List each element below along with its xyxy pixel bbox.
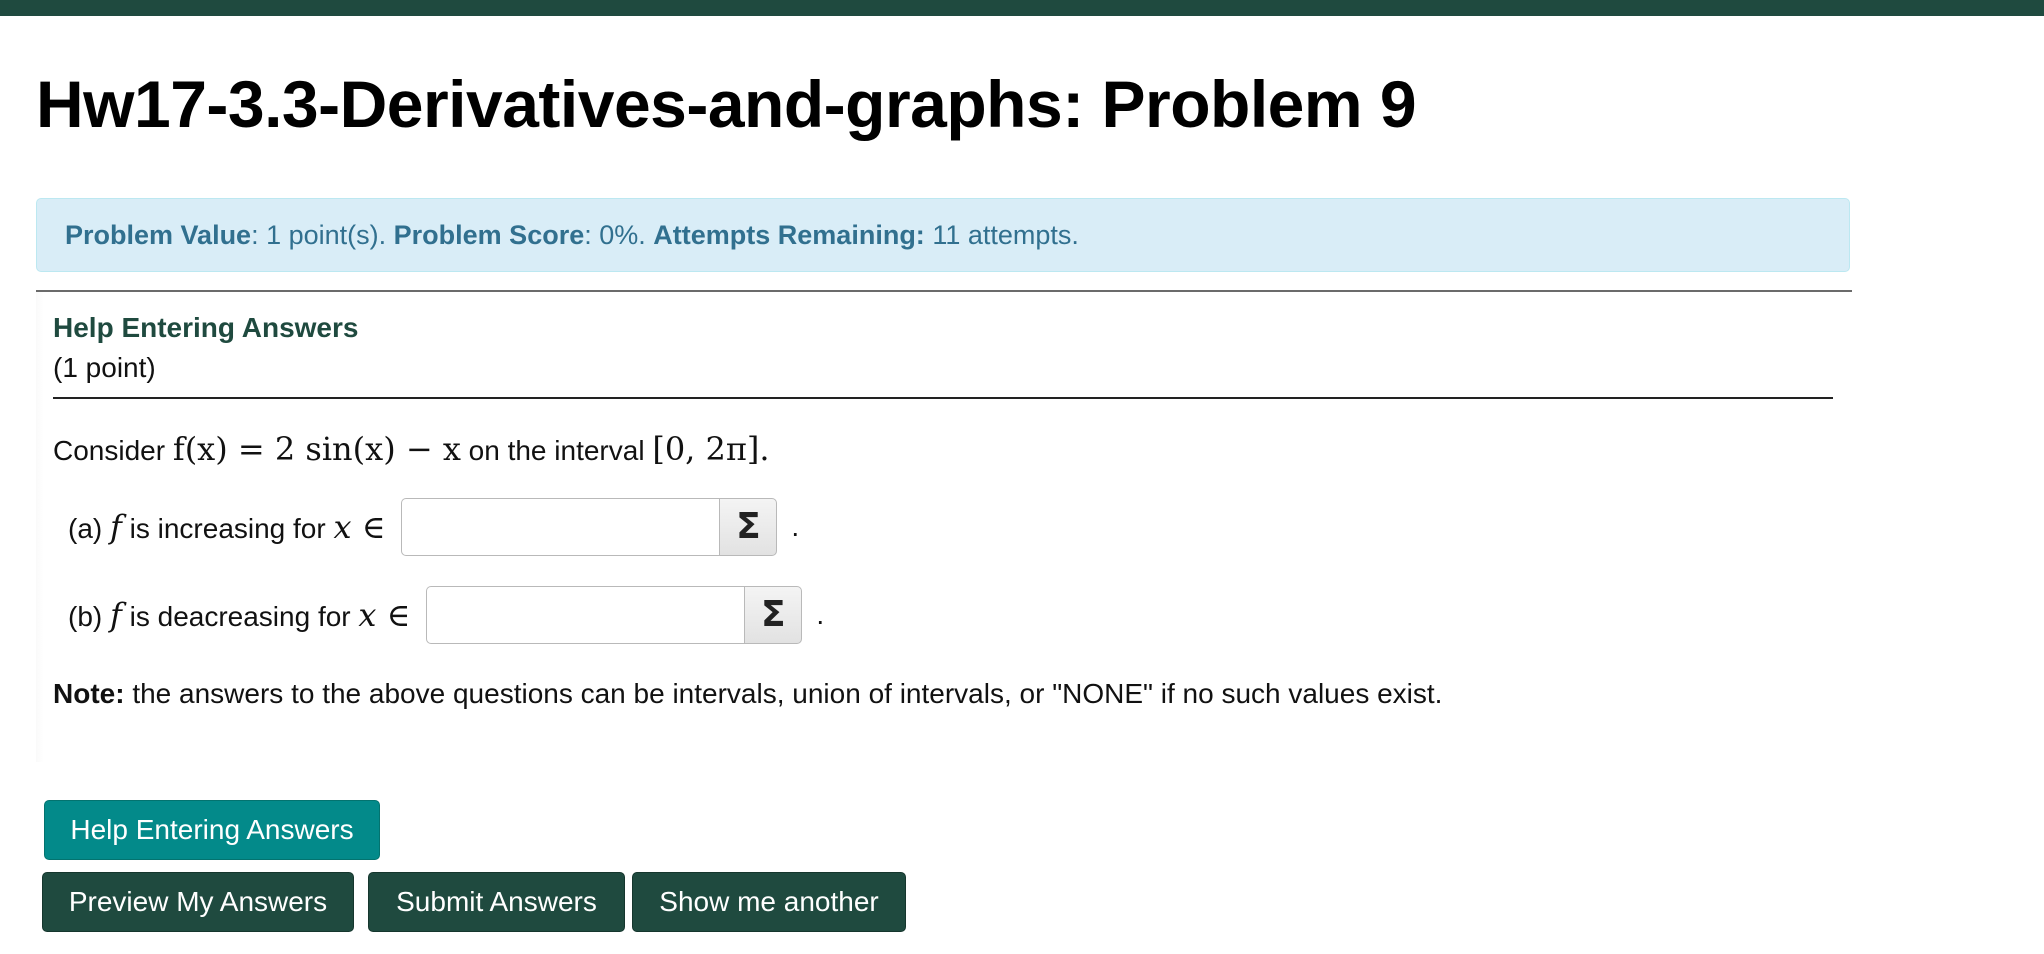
answer-a-input[interactable]	[401, 498, 720, 556]
equation-editor-button-b[interactable]: Σ	[744, 586, 803, 644]
attempts-remaining-text: 11 attempts.	[924, 219, 1079, 250]
answer-row-b: (b) f is deacreasing for x ∈ Σ .	[68, 586, 824, 644]
page-title: Hw17-3.3-Derivatives-and-graphs: Problem…	[36, 67, 1417, 141]
answer-a-text: is increasing for	[121, 513, 334, 544]
show-another-button[interactable]: Show me another	[632, 872, 906, 932]
answer-b-var: f	[110, 596, 122, 634]
statement-period: .	[759, 430, 770, 468]
problem-score-label: Problem Score	[393, 219, 585, 250]
preview-answers-button[interactable]: Preview My Answers	[42, 872, 354, 932]
problem-note: Note: the answers to the above questions…	[53, 678, 1442, 710]
problem-statement: Consider f(x) = 2 sin(x) − x on the inte…	[53, 430, 770, 468]
answer-b-input[interactable]	[426, 586, 745, 644]
answer-a-set: x ∈	[333, 508, 386, 546]
answer-b-period: .	[816, 599, 825, 630]
help-entering-answers-button[interactable]: Help Entering Answers	[44, 800, 380, 860]
note-text: the answers to the above questions can b…	[124, 678, 1443, 709]
equation-editor-button-a[interactable]: Σ	[719, 498, 778, 556]
attempts-remaining-label: Attempts Remaining:	[653, 219, 925, 250]
answer-a-var: f	[110, 508, 122, 546]
submit-answers-button[interactable]: Submit Answers	[368, 872, 625, 932]
problem-value-label: Problem Value	[65, 219, 252, 250]
top-bar	[0, 0, 2044, 16]
problem-info-alert: Problem Value: 1 point(s). Problem Score…	[36, 198, 1850, 272]
answer-b-set: x ∈	[358, 596, 411, 634]
interval-expression: [0, 2π]	[652, 430, 760, 468]
answer-row-a: (a) f is increasing for x ∈ Σ .	[68, 498, 799, 556]
sigma-icon: Σ	[736, 506, 761, 547]
problem-value-text: : 1 point(s).	[251, 219, 387, 250]
function-expression: f(x) = 2 sin(x) − x	[172, 430, 461, 468]
answer-b-label: (b) f is deacreasing for x ∈	[68, 596, 410, 634]
answer-b-input-group: Σ	[426, 586, 803, 644]
note-label: Note:	[53, 678, 125, 709]
answer-a-label: (a) f is increasing for x ∈	[68, 508, 385, 546]
sigma-icon: Σ	[761, 594, 786, 635]
answer-b-prefix: (b)	[68, 601, 110, 632]
answer-a-period: .	[791, 511, 800, 542]
answer-a-input-group: Σ	[401, 498, 778, 556]
statement-middle: on the interval	[460, 435, 653, 466]
problem-header-rule	[53, 397, 1833, 399]
help-entering-answers-link[interactable]: Help Entering Answers	[53, 312, 358, 344]
problem-score-text: : 0%.	[584, 219, 646, 250]
problem-points: (1 point)	[53, 352, 156, 383]
answer-b-text: is deacreasing for	[121, 601, 359, 632]
answer-a-prefix: (a)	[68, 513, 110, 544]
statement-intro: Consider	[53, 435, 173, 466]
